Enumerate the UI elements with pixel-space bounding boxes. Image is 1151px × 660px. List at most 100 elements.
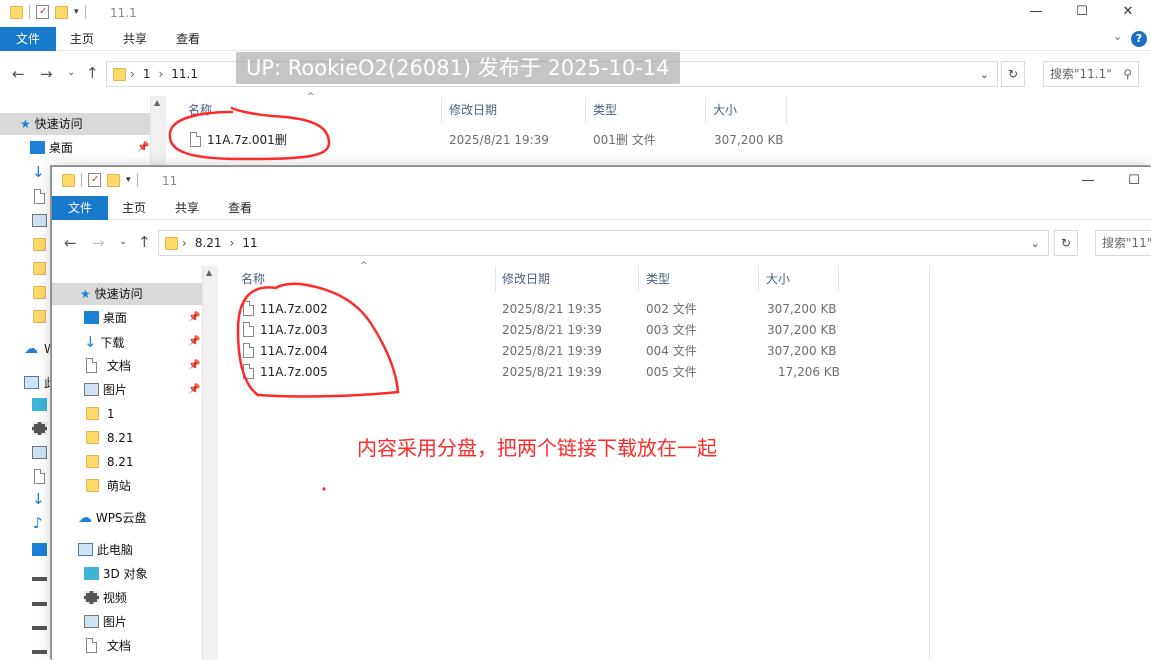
nav-pictures[interactable]: 图片 bbox=[84, 379, 202, 401]
breadcrumb-item[interactable]: 1 bbox=[143, 67, 151, 81]
scrollbar[interactable]: ▲ bbox=[202, 266, 218, 660]
nav-desktop[interactable]: 桌面 bbox=[30, 137, 148, 159]
tab-file[interactable]: 文件 bbox=[0, 27, 57, 51]
nav-wps-cloud[interactable]: ☁ WPS云盘 bbox=[78, 507, 202, 529]
folder-icon bbox=[165, 236, 178, 250]
file-row[interactable]: 11A.7z.003 2025/8/21 19:39 003 文件 307,20… bbox=[243, 320, 863, 341]
window-controls: — ☐ ✕ bbox=[1013, 0, 1151, 26]
column-header-size[interactable]: 大小 bbox=[766, 266, 790, 292]
back-arrow-icon[interactable]: ← bbox=[64, 234, 77, 252]
tab-home[interactable]: 主页 bbox=[108, 196, 160, 220]
properties-icon[interactable]: ✓ bbox=[88, 173, 101, 187]
up-arrow-icon[interactable]: ↑ bbox=[86, 64, 99, 82]
tab-view[interactable]: 查看 bbox=[214, 196, 266, 220]
nav-this-pc[interactable]: 此电脑 bbox=[78, 539, 202, 561]
folder-icon bbox=[62, 173, 75, 187]
recent-chevron-icon[interactable]: ⌄ bbox=[119, 236, 127, 247]
column-header-name[interactable]: 名称 bbox=[188, 97, 212, 123]
pin-icon[interactable]: 📌 bbox=[188, 312, 200, 323]
maximize-icon[interactable]: ☐ bbox=[1111, 169, 1151, 195]
close-icon[interactable]: ✕ bbox=[1105, 0, 1151, 26]
dropdown-chevron-icon[interactable]: ⌄ bbox=[1031, 237, 1040, 250]
column-header-type[interactable]: 类型 bbox=[646, 266, 670, 292]
forward-arrow-icon[interactable]: → bbox=[40, 65, 53, 83]
folder-icon bbox=[33, 262, 46, 275]
file-size: 307,200 KB bbox=[714, 133, 784, 147]
file-row[interactable]: 11A.7z.002 2025/8/21 19:35 002 文件 307,20… bbox=[243, 299, 863, 320]
file-row[interactable]: 11A.7z.004 2025/8/21 19:39 004 文件 307,20… bbox=[243, 341, 863, 362]
scroll-up-icon[interactable]: ▲ bbox=[154, 98, 160, 107]
breadcrumb-item[interactable]: 11 bbox=[242, 236, 257, 250]
tab-home[interactable]: 主页 bbox=[56, 27, 108, 51]
chevron-down-icon[interactable]: ▾ bbox=[126, 175, 131, 185]
star-icon: ★ bbox=[80, 287, 91, 301]
chevron-down-icon[interactable]: ▾ bbox=[74, 7, 79, 17]
recent-chevron-icon[interactable]: ⌄ bbox=[67, 67, 75, 78]
nav-documents[interactable]: 文档 bbox=[86, 355, 202, 377]
column-header-name[interactable]: 名称 bbox=[241, 266, 265, 292]
forward-arrow-icon[interactable]: → bbox=[92, 234, 105, 252]
nav-desktop[interactable]: 桌面 bbox=[84, 307, 202, 329]
nav-label: 快速访问 bbox=[94, 287, 143, 301]
column-header-date[interactable]: 修改日期 bbox=[502, 266, 550, 292]
column-header-size[interactable]: 大小 bbox=[713, 97, 737, 123]
nav-downloads[interactable]: ↓ 下载 bbox=[84, 331, 202, 353]
desktop-icon bbox=[30, 141, 45, 154]
pin-icon[interactable]: 📌 bbox=[137, 142, 149, 153]
tab-share[interactable]: 共享 bbox=[109, 27, 161, 51]
breadcrumb-item[interactable]: 11.1 bbox=[171, 67, 198, 81]
maximize-icon[interactable]: ☐ bbox=[1059, 0, 1105, 26]
pin-icon[interactable]: 📌 bbox=[188, 360, 200, 371]
new-folder-icon[interactable] bbox=[55, 5, 68, 19]
nav-label: 视频 bbox=[102, 591, 127, 605]
chevron-right-icon: › bbox=[130, 67, 135, 81]
scrollbar[interactable]: ▲ bbox=[150, 96, 166, 166]
pin-icon[interactable]: 📌 bbox=[188, 384, 200, 395]
file-row[interactable]: 11A.7z.005 2025/8/21 19:39 005 文件 17,206… bbox=[243, 362, 863, 383]
refresh-icon[interactable]: ↻ bbox=[1054, 230, 1078, 256]
file-icon bbox=[243, 301, 254, 316]
nav-folder-1[interactable]: 1 bbox=[86, 403, 202, 425]
desktop-icon bbox=[84, 311, 99, 324]
dropdown-chevron-icon[interactable]: ⌄ bbox=[980, 68, 989, 81]
column-header-type[interactable]: 类型 bbox=[593, 97, 617, 123]
3d-objects-icon bbox=[84, 567, 99, 580]
nav-documents[interactable]: 文档 bbox=[86, 635, 202, 657]
help-icon[interactable]: ? bbox=[1131, 31, 1147, 47]
pin-icon[interactable]: 📌 bbox=[188, 336, 200, 347]
nav-videos[interactable]: 视频 bbox=[84, 587, 202, 609]
minimize-icon[interactable]: — bbox=[1065, 169, 1111, 195]
refresh-icon[interactable]: ↻ bbox=[1001, 61, 1025, 87]
nav-quick-access[interactable]: ★ 快速访问 bbox=[52, 283, 202, 305]
tab-file[interactable]: 文件 bbox=[52, 196, 109, 220]
address-bar[interactable]: › 8.21 › 11 ⌄ bbox=[158, 230, 1049, 256]
new-folder-icon[interactable] bbox=[107, 173, 120, 187]
nav-folder-8-21[interactable]: 8.21 bbox=[86, 427, 202, 449]
column-header-date[interactable]: 修改日期 bbox=[449, 97, 497, 123]
search-input[interactable]: 搜索"11.1" ⚲ bbox=[1043, 61, 1139, 87]
tab-view[interactable]: 查看 bbox=[162, 27, 214, 51]
nav-pictures[interactable]: 图片 bbox=[84, 611, 202, 633]
3d-objects-icon bbox=[32, 398, 47, 411]
scroll-up-icon[interactable]: ▲ bbox=[206, 268, 212, 277]
file-row[interactable]: 11A.7z.001删 2025/8/21 19:39 001删 文件 307,… bbox=[190, 130, 810, 151]
document-icon bbox=[86, 638, 97, 653]
nav-3d-objects[interactable]: 3D 对象 bbox=[84, 563, 202, 585]
file-size: 307,200 KB bbox=[767, 302, 837, 316]
nav-folder-mengzhan[interactable]: 萌站 bbox=[86, 475, 202, 497]
up-arrow-icon[interactable]: ↑ bbox=[138, 233, 151, 251]
breadcrumb-item[interactable]: 8.21 bbox=[195, 236, 222, 250]
download-icon: ↓ bbox=[32, 163, 45, 181]
file-date: 2025/8/21 19:39 bbox=[449, 133, 549, 147]
tab-share[interactable]: 共享 bbox=[161, 196, 213, 220]
chevron-down-icon[interactable]: ⌄ bbox=[1113, 30, 1122, 43]
chevron-right-icon: › bbox=[229, 236, 235, 250]
file-date: 2025/8/21 19:35 bbox=[502, 302, 602, 316]
nav-quick-access[interactable]: ★ 快速访问 bbox=[0, 113, 150, 135]
divider bbox=[758, 266, 759, 292]
nav-folder-8-21[interactable]: 8.21 bbox=[86, 451, 202, 473]
properties-icon[interactable]: ✓ bbox=[36, 5, 49, 19]
back-arrow-icon[interactable]: ← bbox=[12, 65, 25, 83]
minimize-icon[interactable]: — bbox=[1013, 0, 1059, 26]
search-input[interactable]: 搜索"11" bbox=[1095, 230, 1151, 256]
